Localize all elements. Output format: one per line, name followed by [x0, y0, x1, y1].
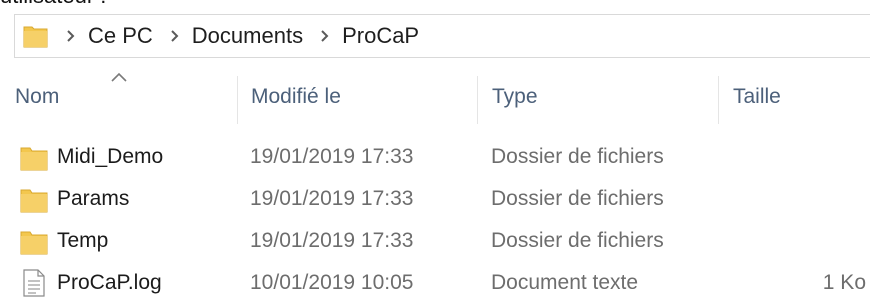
file-type: Dossier de fichiers	[491, 145, 664, 168]
file-name: Temp	[57, 229, 109, 252]
folder-icon	[20, 226, 48, 256]
column-divider[interactable]	[477, 76, 478, 124]
file-modified: 19/01/2019 17:33	[250, 187, 414, 210]
column-divider[interactable]	[718, 76, 719, 124]
column-header-size[interactable]: Taille	[733, 85, 781, 109]
chevron-right-icon[interactable]	[65, 29, 76, 43]
file-name: ProCaP.log	[57, 271, 162, 294]
file-name: Midi_Demo	[57, 145, 164, 168]
chevron-right-icon[interactable]	[169, 29, 180, 43]
file-type: Dossier de fichiers	[491, 229, 664, 252]
address-bar[interactable]: Ce PC Documents ProCaP	[14, 14, 870, 58]
file-type: Dossier de fichiers	[491, 187, 664, 210]
folder-icon	[23, 23, 49, 49]
column-header-row: Nom Modifié le Type Taille	[0, 68, 870, 126]
file-list: Midi_Demo 19/01/2019 17:33 Dossier de fi…	[0, 137, 870, 305]
folder-icon	[20, 142, 48, 172]
text-document-icon	[20, 268, 48, 298]
breadcrumb-item-this-pc[interactable]: Ce PC	[88, 23, 153, 49]
file-modified: 19/01/2019 17:33	[250, 229, 414, 252]
file-name: Params	[57, 187, 130, 210]
folder-icon	[20, 184, 48, 214]
breadcrumb-item-procap[interactable]: ProCaP	[342, 23, 419, 49]
chevron-right-icon[interactable]	[319, 29, 330, 43]
file-modified: 10/01/2019 10:05	[250, 271, 414, 294]
column-header-modified[interactable]: Modifié le	[251, 85, 341, 109]
column-divider[interactable]	[237, 76, 238, 124]
file-size: 1 Ko	[822, 271, 866, 294]
file-row[interactable]: Temp 19/01/2019 17:33 Dossier de fichier…	[0, 221, 870, 263]
file-type: Document texte	[491, 271, 639, 294]
file-modified: 19/01/2019 17:33	[250, 145, 414, 168]
file-row[interactable]: Midi_Demo 19/01/2019 17:33 Dossier de fi…	[0, 137, 870, 179]
breadcrumb-item-documents[interactable]: Documents	[192, 23, 303, 49]
column-header-type[interactable]: Type	[492, 85, 538, 109]
file-row[interactable]: ProCaP.log 10/01/2019 10:05 Document tex…	[0, 263, 870, 305]
sort-ascending-icon	[111, 72, 127, 82]
file-row[interactable]: Params 19/01/2019 17:33 Dossier de fichi…	[0, 179, 870, 221]
caption-text: utilisateur :	[0, 0, 106, 9]
column-header-name[interactable]: Nom	[15, 85, 59, 109]
